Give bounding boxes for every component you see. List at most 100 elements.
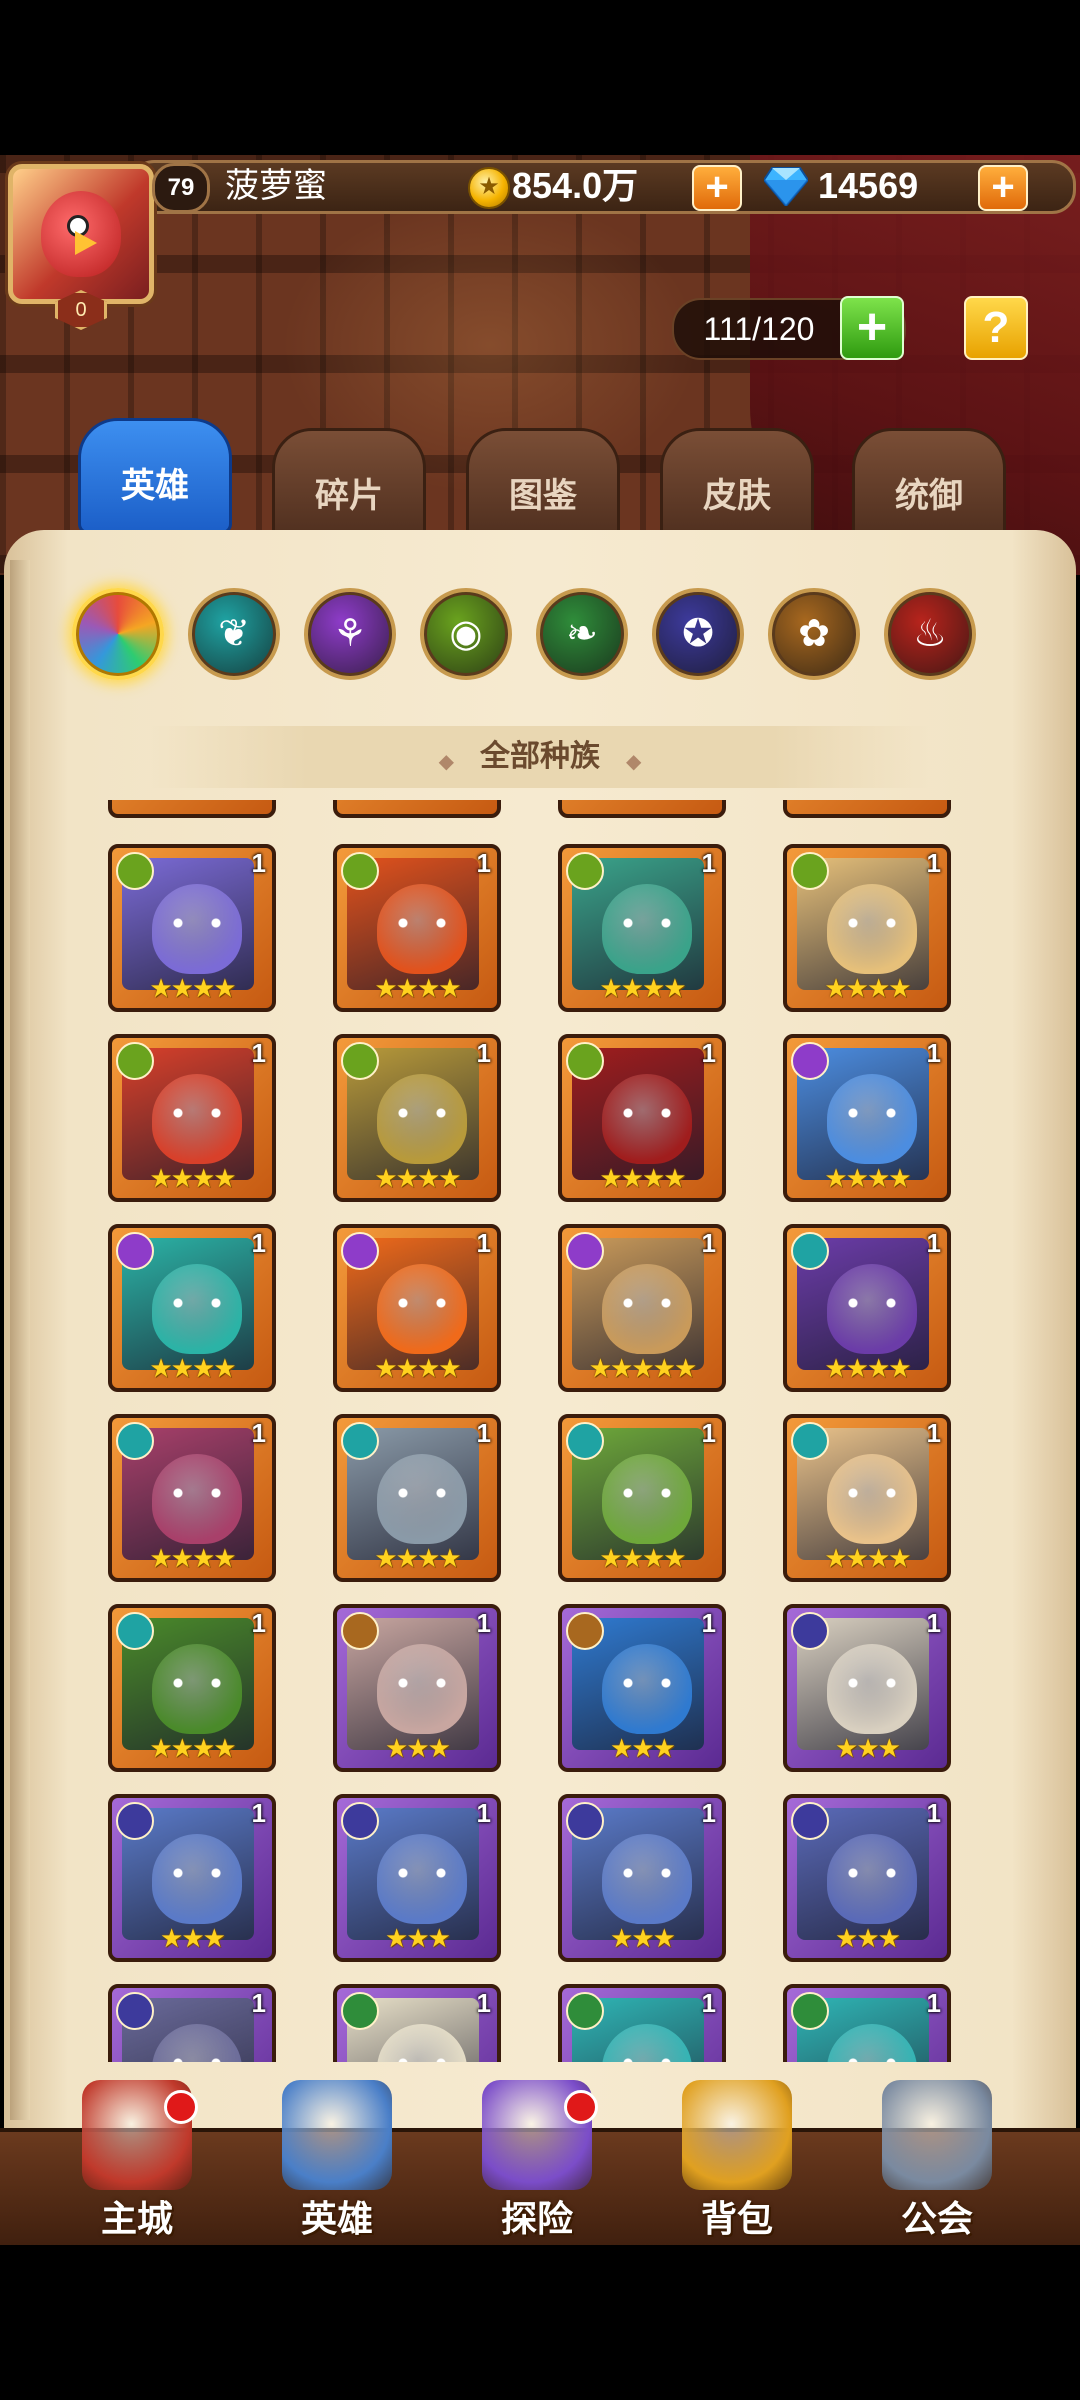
hero-card[interactable]: 1 ★★★★ — [108, 1224, 276, 1392]
hero-card[interactable]: 1 ★★★★ — [108, 1034, 276, 1202]
expand-capacity-button[interactable]: + — [840, 296, 904, 360]
hero-card[interactable]: 1★★★ — [333, 1604, 501, 1772]
hero-card[interactable]: 1 ★★★★ — [558, 1414, 726, 1582]
hero-stars: ★★★ — [160, 1923, 226, 1953]
race-badge-icon — [791, 1042, 829, 1080]
hero-stars: ★★★★ — [149, 1543, 236, 1573]
hero-card[interactable]: 1★★★ — [783, 1604, 951, 1772]
hero-card[interactable]: 1 ★★★★ — [558, 844, 726, 1012]
hero-card[interactable]: 1 ★★★ — [333, 1794, 501, 1962]
race-badge-icon — [566, 852, 604, 890]
race-badge-icon — [791, 1802, 829, 1840]
hero-level: 1 — [701, 1228, 716, 1258]
hero-card[interactable]: 1 ★★★★★ — [558, 1224, 726, 1392]
hero-card-partial[interactable] — [333, 800, 501, 818]
gold-coin-icon: ★ — [468, 167, 510, 209]
hero-card[interactable]: 1★★★ — [783, 1794, 951, 1962]
race-badge-icon — [791, 1992, 829, 2030]
hero-stars: ★★★★ — [374, 1163, 461, 1193]
nav-backpack[interactable]: 背包 — [652, 2080, 822, 2240]
nav-label: 主城 — [100, 2198, 173, 2239]
hero-card[interactable]: 1 ★★★★ — [783, 1034, 951, 1202]
race-badge-icon — [341, 1992, 379, 2030]
hero-card[interactable]: 1★★★ — [333, 1984, 501, 2062]
hero-level: 1 — [251, 1988, 266, 2018]
hero-stars: ★★★★ — [599, 973, 686, 1003]
tab-fragments[interactable]: 碎片 — [272, 428, 426, 544]
hero-card-partial[interactable] — [558, 800, 726, 818]
nav-label: 背包 — [700, 2198, 773, 2239]
hero-level: 1 — [476, 1418, 491, 1448]
demon-race-icon[interactable]: ✪ — [652, 588, 744, 680]
tab-heroes[interactable]: 英雄 — [78, 418, 232, 534]
notification-dot — [164, 2090, 198, 2124]
hero-level: 1 — [251, 1038, 266, 1068]
hero-level: 1 — [926, 1608, 941, 1638]
race-badge-icon — [791, 1612, 829, 1650]
hero-card[interactable]: 1 ★★★★ — [108, 844, 276, 1012]
hero-card-partial[interactable] — [108, 800, 276, 818]
hero-stars: ★★★★ — [374, 1353, 461, 1383]
hero-stars: ★★★ — [385, 1923, 451, 1953]
hero-card[interactable]: 1★★★ — [108, 1794, 276, 1962]
backpack-icon — [682, 2080, 792, 2190]
tab-skins[interactable]: 皮肤 — [660, 428, 814, 544]
forest-race-icon[interactable]: ❦ — [188, 588, 280, 680]
race-badge-icon — [116, 1992, 154, 2030]
help-button[interactable]: ? — [964, 296, 1028, 360]
race-badge-icon — [566, 1232, 604, 1270]
race-badge-icon — [566, 1042, 604, 1080]
hero-stars: ★★★★ — [824, 1163, 911, 1193]
add-gem-button[interactable]: + — [978, 165, 1028, 211]
hero-card[interactable]: 1 ★★★★ — [333, 844, 501, 1012]
add-gold-button[interactable]: + — [692, 165, 742, 211]
nav-castle[interactable]: 主城 — [52, 2080, 222, 2240]
hero-card[interactable]: 1★★★ — [558, 1984, 726, 2062]
hero-card[interactable]: 1★★★ — [558, 1604, 726, 1772]
hero-card[interactable]: 1 ★★★★ — [558, 1034, 726, 1202]
nav-label: 探险 — [500, 2198, 573, 2239]
hero-level: 1 — [701, 1418, 716, 1448]
hero-level: 1 — [926, 848, 941, 878]
race-badge-icon — [341, 852, 379, 890]
player-avatar[interactable] — [8, 164, 154, 304]
hero-level: 1 — [251, 1228, 266, 1258]
eye-race-icon[interactable]: ◉ — [420, 588, 512, 680]
hero-card[interactable]: 1 ★★★★ — [333, 1224, 501, 1392]
nav-guild[interactable]: 公会 — [852, 2080, 1022, 2240]
hero-card[interactable]: 1 ★★★★ — [108, 1414, 276, 1582]
hero-card[interactable]: 1 ★★★★ — [333, 1414, 501, 1582]
hero-card[interactable]: 1★★★ — [783, 1984, 951, 2062]
hero-card[interactable]: 1★★★ — [108, 1984, 276, 2062]
hero-level: 1 — [476, 1798, 491, 1828]
hero-card[interactable]: 1 ★★★★ — [783, 1414, 951, 1582]
race-badge-icon — [566, 1612, 604, 1650]
race-filter-label[interactable]: ◆ 全部种族 ◆ — [150, 726, 930, 788]
hero-level: 1 — [251, 1608, 266, 1638]
hero-level: 1 — [926, 1988, 941, 2018]
race-badge-icon — [566, 1802, 604, 1840]
hero-stars: ★★★★ — [149, 973, 236, 1003]
hero-stars: ★★★★ — [149, 1163, 236, 1193]
guild-icon — [882, 2080, 992, 2190]
hero-stars: ★★★★ — [149, 1353, 236, 1383]
player-name: 菠萝蜜 — [225, 167, 327, 205]
hero-card[interactable]: 1 ★★★★ — [783, 1224, 951, 1392]
race-badge-icon — [116, 1042, 154, 1080]
hero-card[interactable]: 1 ★★★★ — [108, 1604, 276, 1772]
hero-card-partial[interactable] — [783, 800, 951, 818]
race-badge-icon — [116, 1802, 154, 1840]
hero-card[interactable]: 1 ★★★★ — [333, 1034, 501, 1202]
nav-hero[interactable]: 英雄 — [252, 2080, 422, 2240]
nav-portal[interactable]: 探险 — [452, 2080, 622, 2240]
all-races-icon[interactable] — [72, 588, 164, 680]
hero-card[interactable]: 1★★★ — [558, 1794, 726, 1962]
hero-level: 1 — [926, 1228, 941, 1258]
tab-command[interactable]: 统御 — [852, 428, 1006, 544]
shadow-race-icon[interactable]: ⚘ — [304, 588, 396, 680]
sun-race-icon[interactable]: ✿ — [768, 588, 860, 680]
tab-codex[interactable]: 图鉴 — [466, 428, 620, 544]
leaf-race-icon[interactable]: ❧ — [536, 588, 628, 680]
hero-card[interactable]: 1 ★★★★ — [783, 844, 951, 1012]
dark-race-icon[interactable]: ♨ — [884, 588, 976, 680]
